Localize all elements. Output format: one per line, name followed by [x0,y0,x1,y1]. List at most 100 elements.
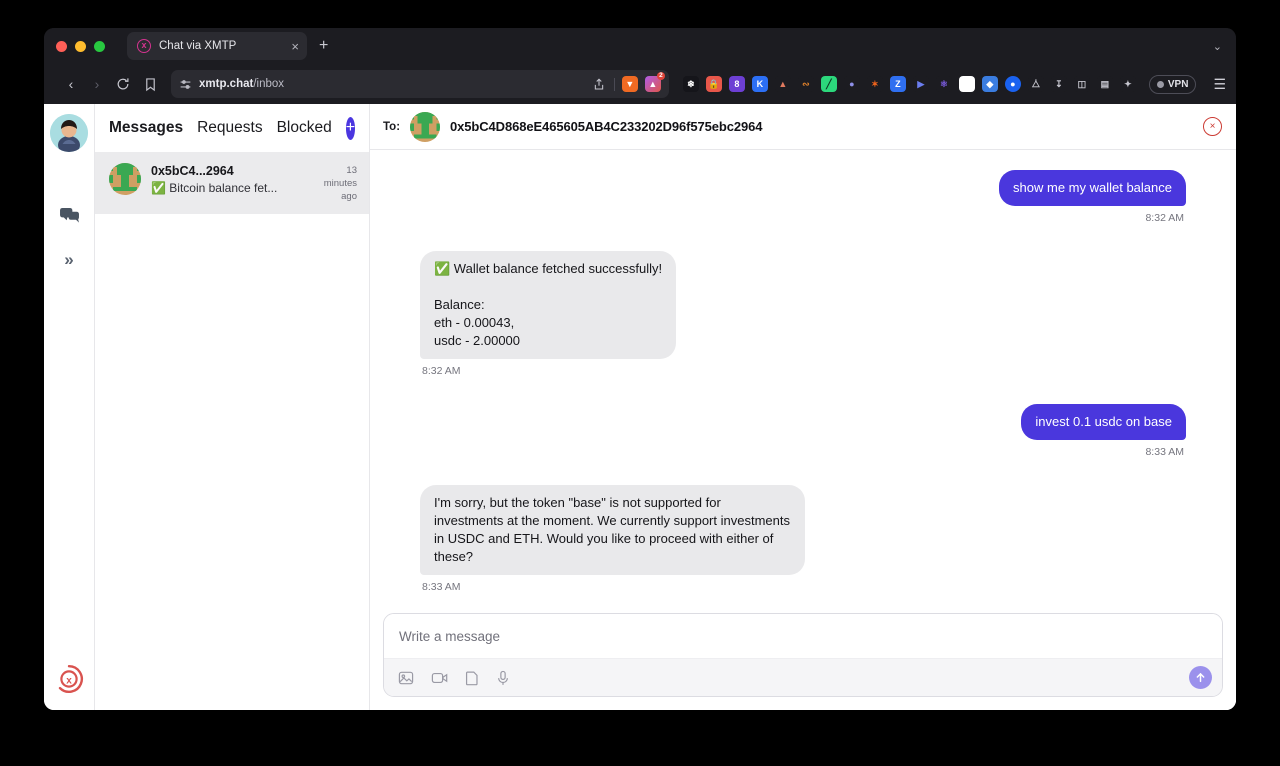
metamask-flask-icon[interactable]: ❄ [682,76,699,92]
message-row: I'm sorry, but the token "base" is not s… [420,485,1186,593]
file-attach-icon[interactable] [465,670,479,686]
tally-icon[interactable]: ╱ [820,76,837,92]
tab-requests[interactable]: Requests [197,119,262,137]
keeper-lock-icon[interactable]: 🔒 [705,76,722,92]
downloads-icon[interactable]: ↧ [1050,76,1067,92]
left-rail: » x [44,104,95,710]
message-input[interactable]: Write a message [384,614,1222,658]
window-traffic-lights [56,40,105,52]
user-avatar[interactable] [50,114,88,152]
recipient-avatar [410,111,441,142]
browser-tab-strip: x Chat via XMTP × + ⌄ [44,28,1236,64]
conversation-avatar [109,163,141,195]
message-composer: Write a message [383,613,1223,697]
recipient-address: 0x5bC4D868eE465605AB4C233202D96f575ebc29… [450,119,763,134]
close-conversation-icon[interactable]: × [1203,117,1222,136]
wallet-icon[interactable]: ▤ [1096,76,1113,92]
tab-messages[interactable]: Messages [109,119,183,137]
browser-tab[interactable]: x Chat via XMTP × [127,32,307,60]
hamburger-menu-icon[interactable]: ☰ [1213,77,1226,91]
to-label: To: [383,120,401,133]
message-bubble: I'm sorry, but the token "base" is not s… [420,485,805,575]
shields-badge: 2 [656,72,665,80]
leo-ai-icon[interactable]: ✦ [1119,76,1136,92]
brave-shields-icon[interactable]: ▲ 2 [644,72,665,92]
trust-wallet-icon[interactable]: ◆ [981,76,998,92]
vpn-label: VPN [1167,78,1189,90]
sui-wallet-icon[interactable]: ∾ [797,76,814,92]
url-path: /inbox [253,78,285,90]
url-bar[interactable]: xmtp.chat/inbox ▼ ▲ 2 [171,70,669,98]
message-bubble: show me my wallet balance [999,170,1186,206]
xmtp-logo: x [54,664,84,694]
site-settings-icon[interactable] [179,78,192,91]
message-timestamp: 8:33 AM [1145,446,1184,458]
svg-text:x: x [66,675,72,686]
tab-blocked[interactable]: Blocked [277,119,332,137]
conversation-tabs: Messages Requests Blocked + [95,104,369,152]
image-attach-icon[interactable] [398,670,414,686]
puzzle-extensions-icon[interactable]: ⧊ [1027,76,1044,92]
back-button[interactable]: ‹ [58,71,84,97]
safepal-icon[interactable]: 8 [728,76,745,92]
message-list[interactable]: show me my wallet balance 8:32 AM ✅ Wall… [370,150,1236,603]
reload-button[interactable] [110,71,136,97]
message-timestamp: 8:32 AM [422,365,461,377]
new-tab-icon[interactable]: + [319,37,328,55]
conversation-panel: Messages Requests Blocked + 0x5bC4...296… [95,104,370,710]
chat-bubbles-icon[interactable] [53,200,85,232]
chat-header: To: 0x5bC4D868eE465605AB4C233202D96f575e… [370,104,1236,150]
double-chevron-right-icon[interactable]: » [53,244,85,276]
browser-window: x Chat via XMTP × + ⌄ ‹ › xmtp.chat/inbo… [44,28,1236,710]
keplr-icon[interactable]: K [751,76,768,92]
close-tab-icon[interactable]: × [291,40,299,53]
message-row: show me my wallet balance 8:32 AM [420,170,1186,224]
url-domain: xmtp.chat [199,78,254,90]
conversation-name: 0x5bC4...2964 [151,164,234,178]
new-conversation-button[interactable]: + [345,116,356,140]
conversation-text: 0x5bC4...2964 ✅ Bitcoin balance fet... [151,163,301,197]
close-window-button[interactable] [56,40,67,52]
composer-toolbar [384,658,1222,696]
conversation-list-item[interactable]: 0x5bC4...2964 ✅ Bitcoin balance fet... 1… [95,152,369,214]
vpn-status-dot [1156,80,1164,88]
message-bubble: invest 0.1 usdc on base [1021,404,1186,440]
divider [613,77,615,91]
xmtp-favicon-icon: x [137,39,151,53]
composer-wrapper: Write a message [370,603,1236,710]
phantom-icon[interactable]: ▲ [774,76,791,92]
vpn-button[interactable]: VPN [1148,74,1197,94]
browser-tab-title: Chat via XMTP [159,40,237,52]
message-bubble: ✅ Wallet balance fetched successfully! B… [420,251,677,359]
chevron-down-icon[interactable]: ⌄ [1213,40,1222,53]
message-row: invest 0.1 usdc on base 8:33 AM [420,404,1186,458]
atom-icon[interactable]: ⚛ [935,76,952,92]
url-bar-actions: ▼ ▲ 2 [592,72,665,92]
browser-nav-bar: ‹ › xmtp.chat/inbox ▼ ▲ 2 ❄ 🔒 8 K ▲ ∾ ╱ … [44,64,1236,104]
rainbow-icon[interactable]: ✶ [866,76,883,92]
extensions-toolbar: ❄ 🔒 8 K ▲ ∾ ╱ ● ✶ Z ▶ ⚛ ◆ ● ⧊ ↧ ◫ ▤ ✦ VP… [669,74,1226,94]
conversation-preview: ✅ Bitcoin balance fet... [151,181,278,195]
forward-button[interactable]: › [84,71,110,97]
conversation-timestamp: 13 minutes ago [323,165,357,202]
message-row: ✅ Wallet balance fetched successfully! B… [420,251,1186,377]
url-text: xmtp.chat/inbox [199,78,284,90]
rabby-icon[interactable]: ● [843,76,860,92]
video-attach-icon[interactable] [431,670,448,686]
solflare-icon[interactable]: ▶ [912,76,929,92]
share-icon[interactable] [592,77,607,92]
message-timestamp: 8:33 AM [422,581,461,593]
minimize-window-button[interactable] [75,40,86,52]
send-message-button[interactable] [1189,666,1212,689]
chat-column: To: 0x5bC4D868eE465605AB4C233202D96f575e… [370,104,1236,710]
microphone-icon[interactable] [496,670,510,686]
sidebar-icon[interactable]: ◫ [1073,76,1090,92]
maximize-window-button[interactable] [94,40,105,52]
bookmark-icon[interactable] [144,77,157,92]
brave-rewards-icon[interactable]: ▼ [621,76,638,92]
message-timestamp: 8:32 AM [1145,212,1184,224]
blank-extension-icon[interactable] [958,76,975,92]
xmtp-app: » x Messages Requests Blocked + 0x5bC4..… [44,104,1236,710]
coinbase-wallet-icon[interactable]: ● [1004,76,1021,92]
zerion-icon[interactable]: Z [889,76,906,92]
